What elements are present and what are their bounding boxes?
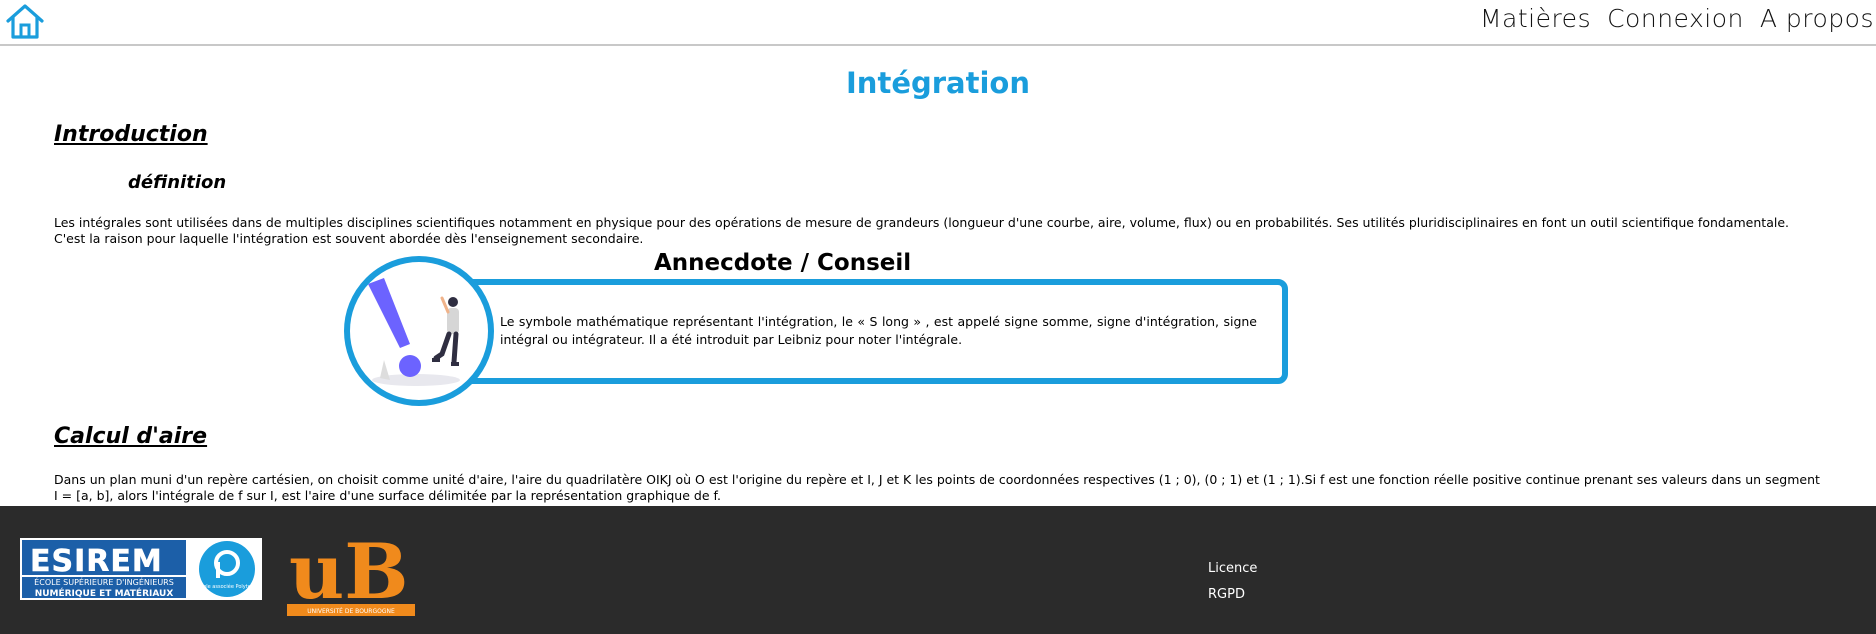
nav-matieres-link[interactable]: Matières [1480,4,1591,33]
page-title: Intégration [846,66,1030,100]
licence-link[interactable]: Licence [1208,556,1257,582]
home-button[interactable] [4,2,46,40]
home-icon [6,4,44,39]
page-footer: ESIREM ÉCOLE SUPÉRIEURE D'INGÉNIEURS NUM… [0,506,1876,634]
ub-wordmark: uB [289,528,409,616]
rgpd-link[interactable]: RGPD [1208,582,1257,608]
esirem-line1: ÉCOLE SUPÉRIEURE D'INGÉNIEURS [34,576,174,587]
anecdote-illustration [344,256,494,406]
main-nav: Matières Connexion A propos [1480,4,1874,33]
nav-connexion-link[interactable]: Connexion [1607,4,1744,33]
calcul-aire-heading: Calcul d'aire [54,424,208,449]
esirem-wordmark: ESIREM [30,544,163,579]
footer-links: Licence RGPD [1208,556,1257,608]
exclamation-person-illustration [368,278,460,386]
esirem-line2: NUMÉRIQUE ET MATÉRIAUX [35,587,174,599]
anecdote-title: Annecdote / Conseil [654,250,912,276]
esirem-logo[interactable]: ESIREM ÉCOLE SUPÉRIEURE D'INGÉNIEURS NUM… [20,538,262,600]
universite-bourgogne-logo[interactable]: uB UNIVERSITÉ DE BOURGOGNE [287,528,415,616]
definition-heading: définition [128,172,227,193]
nav-a-propos-link[interactable]: A propos [1760,4,1874,33]
anecdote-text: Le symbole mathématique représentant l'i… [500,314,1257,347]
polytech-badge: École associée Polytech [197,582,256,590]
calcul-aire-paragraph: Dans un plan muni d'un repère cartésien,… [54,472,1820,503]
ub-caption: UNIVERSITÉ DE BOURGOGNE [307,607,395,615]
top-navbar: Matières Connexion A propos [0,0,1876,46]
introduction-paragraph: Les intégrales sont utilisées dans de mu… [54,215,1789,246]
introduction-heading: Introduction [54,122,208,147]
